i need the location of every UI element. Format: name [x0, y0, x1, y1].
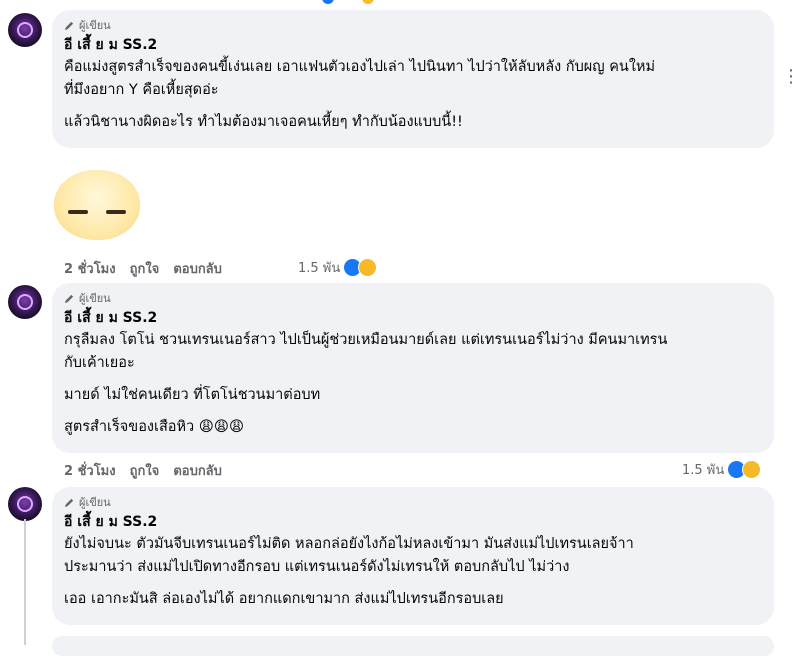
author-badge-label: ผู้เขียน — [79, 292, 111, 305]
comment-text: คือแม่งสูตรสำเร็จของคนขี้เง่นเลย เอาแฟนต… — [64, 56, 762, 134]
comment-line: ที่มึงอยาก Y คือเหี้ยสุดอ่ะ — [64, 82, 219, 98]
comment-bubble: ผู้เขียน อี เสี้ ย ม SS.2 คือแม่งสูตรสำเ… — [52, 10, 774, 148]
haha-reaction-icon — [742, 460, 762, 479]
comment-author[interactable]: อี เสี้ ย ม SS.2 — [64, 513, 762, 531]
like-button[interactable]: ถูกใจ — [130, 258, 160, 279]
comment-time[interactable]: 2 ชั่วโมง — [64, 460, 116, 481]
reply-button[interactable]: ตอบกลับ — [173, 258, 222, 279]
avatar[interactable] — [8, 13, 42, 47]
reaction-count: 1.5 พัน — [298, 261, 341, 276]
pencil-icon — [64, 294, 74, 303]
comment-bubble: ผู้เขียน อี เสี้ ย ม SS.2 กรุลืมลง โตโน่… — [52, 283, 774, 453]
comment-line: แล้วนิชานางผิดอะไร ทำไมต้องมาเจอคนเหี้ยๆ… — [64, 114, 463, 130]
reply-thread-line — [24, 519, 26, 645]
comment-actions: 2 ชั่วโมง ถูกใจ ตอบกลับ — [64, 258, 236, 279]
comment-bubble-partial — [52, 636, 774, 656]
comment-line: กรุลืมลง โตโน่ ชวนเทรนเนอร์สาว ไปเป็นผู้… — [64, 332, 668, 348]
pencil-icon — [64, 21, 74, 30]
comment-line: ยังไม่จบนะ ตัวมันจีบเทรนเนอร์ไม่ติด หลอก… — [64, 536, 634, 552]
avatar[interactable] — [8, 285, 42, 319]
reply-button[interactable]: ตอบกลับ — [173, 460, 222, 481]
like-button[interactable]: ถูกใจ — [130, 460, 160, 481]
author-badge-label: ผู้เขียน — [79, 19, 111, 32]
comment-line: มายด์ ไม่ใช่คนเดียว ที่โตโน่ชวนมาต่อบท — [64, 387, 321, 403]
comment-text: ยังไม่จบนะ ตัวมันจีบเทรนเนอร์ไม่ติด หลอก… — [64, 533, 762, 611]
author-badge-label: ผู้เขียน — [79, 496, 111, 509]
comment-line: สูตรสำเร็จของเสือหิว 😩😩😩 — [64, 419, 245, 435]
comment-time[interactable]: 2 ชั่วโมง — [64, 258, 116, 279]
comment-actions: 2 ชั่วโมง ถูกใจ ตอบกลับ — [64, 460, 236, 481]
clipped-reaction-icons — [322, 0, 374, 4]
comment-bubble: ผู้เขียน อี เสี้ ย ม SS.2 ยังไม่จบนะ ตัว… — [52, 487, 774, 625]
comment-author[interactable]: อี เสี้ ย ม SS.2 — [64, 309, 762, 327]
reaction-summary[interactable]: 1.5 พัน — [682, 459, 762, 480]
comment-text: กรุลืมลง โตโน่ ชวนเทรนเนอร์สาว ไปเป็นผู้… — [64, 329, 762, 439]
author-badge: ผู้เขียน — [64, 18, 762, 32]
avatar[interactable] — [8, 487, 42, 521]
pencil-icon — [64, 498, 74, 507]
comment-line: คือแม่งสูตรสำเร็จของคนขี้เง่นเลย เอาแฟนต… — [64, 59, 656, 75]
reaction-count: 1.5 พัน — [682, 463, 725, 478]
author-badge: ผู้เขียน — [64, 291, 762, 305]
more-options-icon[interactable]: ⋮ — [782, 68, 800, 86]
author-badge: ผู้เขียน — [64, 495, 762, 509]
sticker-image — [54, 170, 140, 240]
comment-line: เออ เอากะมันสิ ล่อเองไม่ได้ อยากแดกเขามา… — [64, 591, 504, 607]
haha-reaction-icon — [358, 258, 378, 277]
comment-author[interactable]: อี เสี้ ย ม SS.2 — [64, 36, 762, 54]
comment-line: ประมานว่า ส่งแม่ไปเปิดทางอีกรอบ แต่เทรนเ… — [64, 559, 570, 575]
reaction-summary[interactable]: 1.5 พัน — [298, 257, 378, 278]
comment-line: กับเค้าเยอะ — [64, 355, 135, 371]
